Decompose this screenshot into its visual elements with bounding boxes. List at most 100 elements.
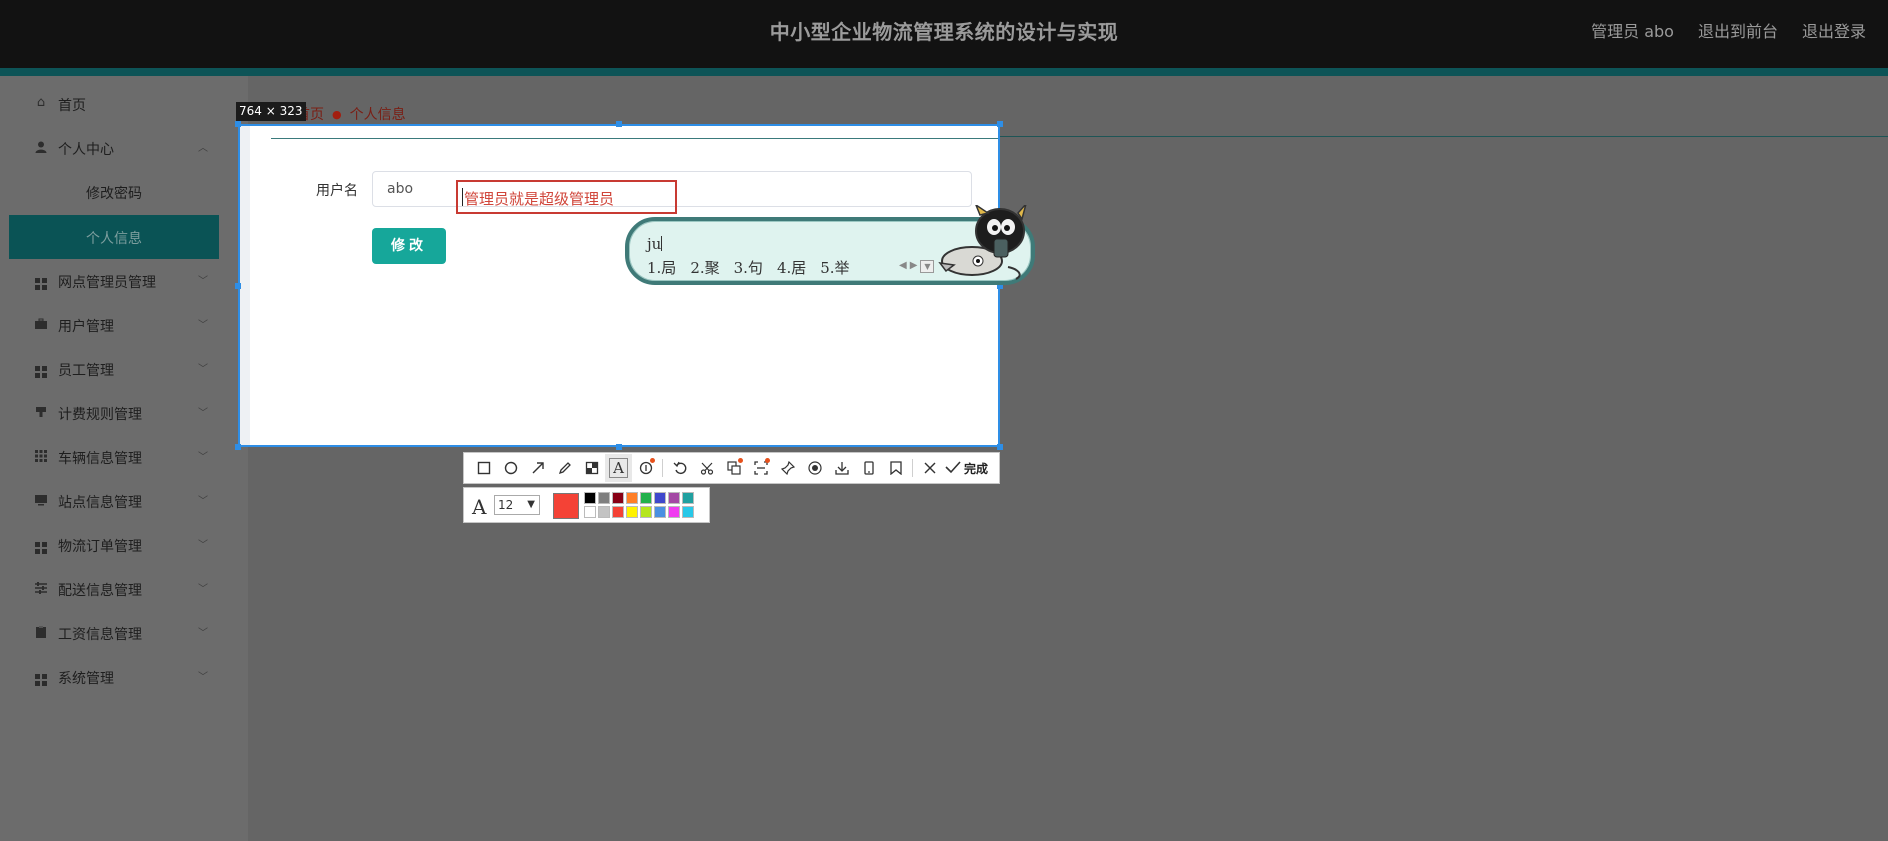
color-swatch[interactable] <box>654 492 666 504</box>
sidebar-item-outlet-admin[interactable]: 网点管理员管理 ﹀ <box>0 259 248 303</box>
color-swatch[interactable] <box>640 506 652 518</box>
font-size-select[interactable]: 12 ▼ <box>494 495 540 515</box>
apps-icon <box>34 449 48 463</box>
sidebar-item-vehicles[interactable]: 车辆信息管理 ﹀ <box>0 435 248 479</box>
grid-icon <box>34 537 48 554</box>
ime-candidate[interactable]: 4.居 <box>777 257 806 278</box>
ellipse-icon[interactable] <box>497 454 524 482</box>
pencil-icon[interactable] <box>551 454 578 482</box>
sidebar-item-label: 物流订单管理 <box>58 539 142 555</box>
sidebar-item-label: 系统管理 <box>58 671 114 687</box>
download-icon[interactable] <box>828 454 855 482</box>
color-swatch[interactable] <box>584 492 596 504</box>
resize-handle-ne[interactable] <box>997 121 1003 127</box>
breadcrumb: 首页 ● 个人信息 <box>296 104 406 124</box>
resize-handle-s[interactable] <box>616 444 622 450</box>
color-swatch[interactable] <box>598 506 610 518</box>
sidebar-item-label: 首页 <box>58 98 86 114</box>
undo-icon[interactable] <box>666 454 693 482</box>
text-annotation-box[interactable]: 管理员就是超级管理员 <box>456 180 677 214</box>
color-swatch[interactable] <box>668 492 680 504</box>
color-swatch[interactable] <box>626 506 638 518</box>
sidebar-item-delivery[interactable]: 配送信息管理 ﹀ <box>0 567 248 611</box>
ime-candidate[interactable]: 1.局 <box>647 257 676 278</box>
ime-candidate[interactable]: 5.举 <box>820 257 849 278</box>
text-cursor <box>462 188 463 206</box>
user-icon <box>34 140 48 154</box>
color-swatch[interactable] <box>612 506 624 518</box>
color-swatch[interactable] <box>682 492 694 504</box>
divider <box>1000 136 1888 137</box>
ime-composition-text: ju <box>647 235 662 253</box>
briefcase-icon <box>34 317 48 331</box>
bookmark-icon[interactable] <box>882 454 909 482</box>
translate-icon[interactable] <box>720 454 747 482</box>
divider <box>271 138 998 139</box>
ime-candidate[interactable]: 2.聚 <box>690 257 719 278</box>
current-color-swatch[interactable] <box>553 493 579 519</box>
sidebar-item-users[interactable]: 用户管理 ﹀ <box>0 303 248 347</box>
resize-handle-se[interactable] <box>997 444 1003 450</box>
current-user-link[interactable]: 管理员 abo <box>1591 18 1674 42</box>
logout-link[interactable]: 退出登录 <box>1802 18 1866 42</box>
sidebar-item-label: 个人中心 <box>58 142 114 158</box>
rectangle-icon[interactable] <box>470 454 497 482</box>
sidebar-item-orders[interactable]: 物流订单管理 ﹀ <box>0 523 248 567</box>
record-icon[interactable] <box>801 454 828 482</box>
color-swatch[interactable] <box>612 492 624 504</box>
number-icon[interactable] <box>632 454 659 482</box>
next-page-icon[interactable]: ▶ <box>910 260 918 273</box>
color-swatch[interactable] <box>584 506 596 518</box>
header-accent-bar <box>0 68 1888 76</box>
sidebar-item-change-password[interactable]: 修改密码 <box>0 170 248 214</box>
color-swatch[interactable] <box>668 506 680 518</box>
chevron-down-icon: ﹀ <box>198 672 208 683</box>
color-swatch[interactable] <box>682 506 694 518</box>
resize-handle-nw[interactable] <box>235 121 241 127</box>
annotation-text: 管理员就是超级管理员 <box>464 190 615 208</box>
expand-icon[interactable]: ▼ <box>920 260 935 273</box>
sidebar-item-salary[interactable]: 工资信息管理 ﹀ <box>0 611 248 655</box>
mosaic-icon[interactable] <box>578 454 605 482</box>
arrow-icon[interactable] <box>524 454 551 482</box>
back-to-front-link[interactable]: 退出到前台 <box>1698 18 1778 42</box>
phone-icon[interactable] <box>855 454 882 482</box>
ime-mascot-icon <box>938 203 1034 285</box>
ime-pager: ◀ ▶ ▼ <box>899 260 935 273</box>
color-swatch[interactable] <box>626 492 638 504</box>
ocr-icon[interactable] <box>747 454 774 482</box>
ime-candidate[interactable]: 3.句 <box>734 257 763 278</box>
sidebar-item-stations[interactable]: 站点信息管理 ﹀ <box>0 479 248 523</box>
sidebar-item-personal-center[interactable]: 个人中心 ︿ <box>0 126 248 170</box>
close-icon[interactable] <box>916 454 943 482</box>
chevron-down-icon: ﹀ <box>198 276 208 287</box>
toolbar-separator <box>912 459 913 477</box>
color-swatch[interactable] <box>640 492 652 504</box>
check-icon <box>945 460 961 477</box>
sidebar-item-system[interactable]: 系统管理 ﹀ <box>0 655 248 699</box>
resize-handle-sw[interactable] <box>235 444 241 450</box>
color-swatch[interactable] <box>598 492 610 504</box>
text-icon[interactable]: A <box>605 454 632 482</box>
font-size-value: 12 <box>498 498 514 512</box>
prev-page-icon[interactable]: ◀ <box>899 260 907 273</box>
grid-icon <box>34 669 48 686</box>
pin-icon[interactable] <box>774 454 801 482</box>
monitor-icon <box>34 493 48 507</box>
resize-handle-n[interactable] <box>616 121 622 127</box>
sidebar-item-home[interactable]: ⌂ 首页 <box>0 82 248 126</box>
resize-handle-w[interactable] <box>235 283 241 289</box>
color-swatch[interactable] <box>654 506 666 518</box>
modify-button[interactable]: 修改 <box>372 228 446 264</box>
sidebar-item-label: 计费规则管理 <box>58 407 142 423</box>
sidebar-item-employees[interactable]: 员工管理 ﹀ <box>0 347 248 391</box>
chevron-down-icon: ﹀ <box>198 628 208 639</box>
cut-icon[interactable] <box>693 454 720 482</box>
sidebar-item-billing-rules[interactable]: 计费规则管理 ﹀ <box>0 391 248 435</box>
color-palette <box>584 492 694 518</box>
sidebar-item-personal-info[interactable]: 个人信息 <box>9 215 219 259</box>
sidebar-item-label: 个人信息 <box>86 231 142 247</box>
top-header: 中小型企业物流管理系统的设计与实现 管理员 abo 退出到前台 退出登录 <box>0 0 1888 68</box>
sidebar-item-label: 用户管理 <box>58 319 114 335</box>
done-button[interactable]: 完成 <box>945 460 988 477</box>
